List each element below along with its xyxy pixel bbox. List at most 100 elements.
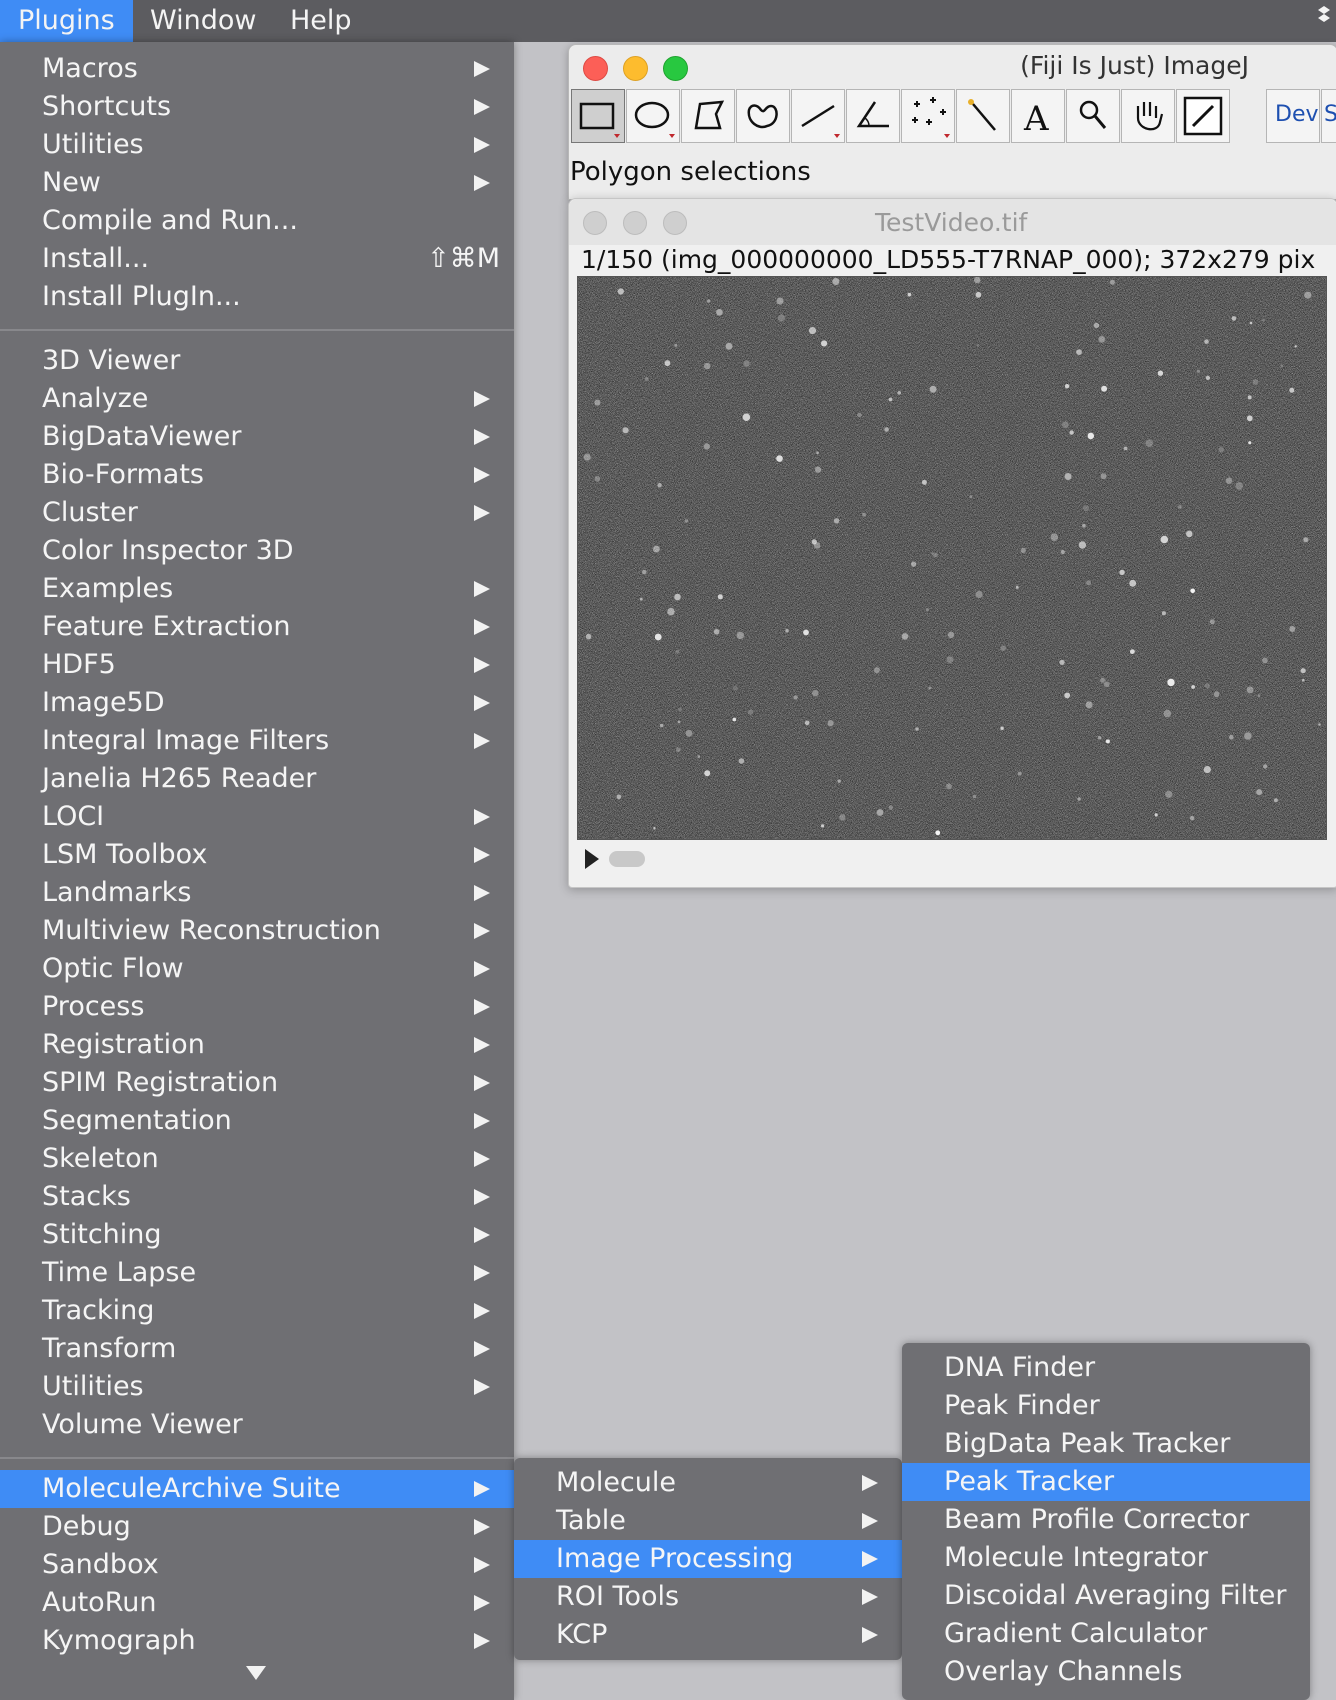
menu-item-hdf5[interactable]: HDF5 [0,646,514,684]
fluorescent-spot [685,729,693,737]
color-picker-tool-button[interactable] [1176,89,1230,143]
menu-item-loci[interactable]: LOCI [0,798,514,836]
menu-item-time-lapse[interactable]: Time Lapse [0,1254,514,1292]
point-tool-button[interactable] [901,89,955,143]
microscopy-image[interactable] [577,276,1327,840]
menu-item-volume-viewer[interactable]: Volume Viewer [0,1406,514,1444]
menu-item-image5d[interactable]: Image5D [0,684,514,722]
submenu-arrow-icon [474,619,490,635]
menu-item-peak-tracker[interactable]: Peak Tracker [902,1463,1310,1501]
wand-tool-button[interactable] [956,89,1010,143]
text-tool-button[interactable]: A [1011,89,1065,143]
fluorescent-spot [657,483,662,488]
menu-item-overlay-channels[interactable]: Overlay Channels [902,1653,1310,1691]
menu-item-utilities[interactable]: Utilities [0,126,514,164]
fluorescent-spot [1103,681,1110,688]
freehand-tool-button[interactable] [736,89,790,143]
menu-item-janelia-h265-reader[interactable]: Janelia H265 Reader [0,760,514,798]
minimize-button[interactable] [623,211,647,235]
menu-item-bigdataviewer[interactable]: BigDataViewer [0,418,514,456]
menu-item-stacks[interactable]: Stacks [0,1178,514,1216]
menu-item-compile-and-run[interactable]: Compile and Run... [0,202,514,240]
menu-item-autorun[interactable]: AutoRun [0,1584,514,1622]
fluorescent-spot [704,770,711,777]
menu-item-bigdata-peak-tracker[interactable]: BigData Peak Tracker [902,1425,1310,1463]
hand-tool-button[interactable] [1121,89,1175,143]
minimize-button[interactable] [623,56,648,81]
menu-item-cluster[interactable]: Cluster [0,494,514,532]
close-button[interactable] [583,56,608,81]
menu-item-integral-image-filters[interactable]: Integral Image Filters [0,722,514,760]
angle-tool-button[interactable] [846,89,900,143]
imagej-titlebar[interactable]: (Fiji Is Just) ImageJ [569,45,1336,89]
menu-item-molecule-integrator[interactable]: Molecule Integrator [902,1539,1310,1577]
s-button[interactable]: S [1321,89,1336,143]
dev-button[interactable]: Dev [1266,89,1320,143]
menu-item-discoidal-averaging-filter[interactable]: Discoidal Averaging Filter [902,1577,1310,1615]
menu-item-lsm-toolbox[interactable]: LSM Toolbox [0,836,514,874]
menu-item-3d-viewer[interactable]: 3D Viewer [0,342,514,380]
zoom-button[interactable] [663,56,688,81]
fluorescent-spot [804,720,810,726]
dropbox-icon[interactable] [1316,4,1332,34]
oval-tool-button[interactable] [626,89,680,143]
scroll-down-icon[interactable] [0,1660,514,1686]
fluorescent-spot [1062,421,1069,429]
play-icon[interactable] [585,849,599,869]
menu-item-peak-finder[interactable]: Peak Finder [902,1387,1310,1425]
menu-item-analyze[interactable]: Analyze [0,380,514,418]
menu-item-dna-finder[interactable]: DNA Finder [902,1349,1310,1387]
menu-item-feature-extraction[interactable]: Feature Extraction [0,608,514,646]
menu-item-new[interactable]: New [0,164,514,202]
menu-item-image-processing[interactable]: Image Processing [514,1540,902,1578]
menu-plugins[interactable]: Plugins [0,0,133,42]
menu-item-segmentation[interactable]: Segmentation [0,1102,514,1140]
submenu-arrow-icon [862,1551,878,1567]
rectangle-tool-button[interactable] [571,89,625,143]
menu-item-install[interactable]: Install... ⇧⌘M [0,240,514,278]
menu-item-gradient-calculator[interactable]: Gradient Calculator [902,1615,1310,1653]
submenu-arrow-icon [474,695,490,711]
polygon-tool-button[interactable] [681,89,735,143]
menu-item-bio-formats[interactable]: Bio-Formats [0,456,514,494]
frame-scrollbar[interactable] [577,845,1327,875]
menu-item-kymograph[interactable]: Kymograph [0,1622,514,1660]
menu-item-shortcuts[interactable]: Shortcuts [0,88,514,126]
menu-item-optic-flow[interactable]: Optic Flow [0,950,514,988]
menu-item-label: KCP [556,1619,608,1650]
menu-item-debug[interactable]: Debug [0,1508,514,1546]
frame-slider-thumb[interactable] [609,851,645,867]
submenu-arrow-icon [474,1151,490,1167]
menu-item-landmarks[interactable]: Landmarks [0,874,514,912]
testvideo-titlebar[interactable]: TestVideo.tif [569,199,1336,245]
zoom-button[interactable] [663,211,687,235]
menu-item-process[interactable]: Process [0,988,514,1026]
menu-item-color-inspector-3d[interactable]: Color Inspector 3D [0,532,514,570]
menu-item-stitching[interactable]: Stitching [0,1216,514,1254]
menu-item-label: Sandbox [42,1549,159,1580]
menu-item-moleculearchive-suite[interactable]: MoleculeArchive Suite [0,1470,514,1508]
fluorescent-spot [1017,771,1022,776]
menu-item-registration[interactable]: Registration [0,1026,514,1064]
menu-item-beam-profile-corrector[interactable]: Beam Profile Corrector [902,1501,1310,1539]
menu-item-macros[interactable]: Macros [0,50,514,88]
menu-item-utilities[interactable]: Utilities [0,1368,514,1406]
menu-item-multiview-reconstruction[interactable]: Multiview Reconstruction [0,912,514,950]
menu-help[interactable]: Help [272,0,370,42]
menu-item-transform[interactable]: Transform [0,1330,514,1368]
menu-item-molecule[interactable]: Molecule [514,1464,902,1502]
menu-item-tracking[interactable]: Tracking [0,1292,514,1330]
menu-item-roi-tools[interactable]: ROI Tools [514,1578,902,1616]
magnifier-tool-button[interactable] [1066,89,1120,143]
menu-item-sandbox[interactable]: Sandbox [0,1546,514,1584]
menu-item-install-plugin[interactable]: Install PlugIn... [0,278,514,316]
menu-item-kcp[interactable]: KCP [514,1616,902,1654]
menu-item-skeleton[interactable]: Skeleton [0,1140,514,1178]
line-tool-button[interactable] [791,89,845,143]
menu-item-spim-registration[interactable]: SPIM Registration [0,1064,514,1102]
menu-item-examples[interactable]: Examples [0,570,514,608]
menu-window[interactable]: Window [132,0,274,42]
close-button[interactable] [583,211,607,235]
menu-item-label: Cluster [42,497,138,528]
menu-item-table[interactable]: Table [514,1502,902,1540]
